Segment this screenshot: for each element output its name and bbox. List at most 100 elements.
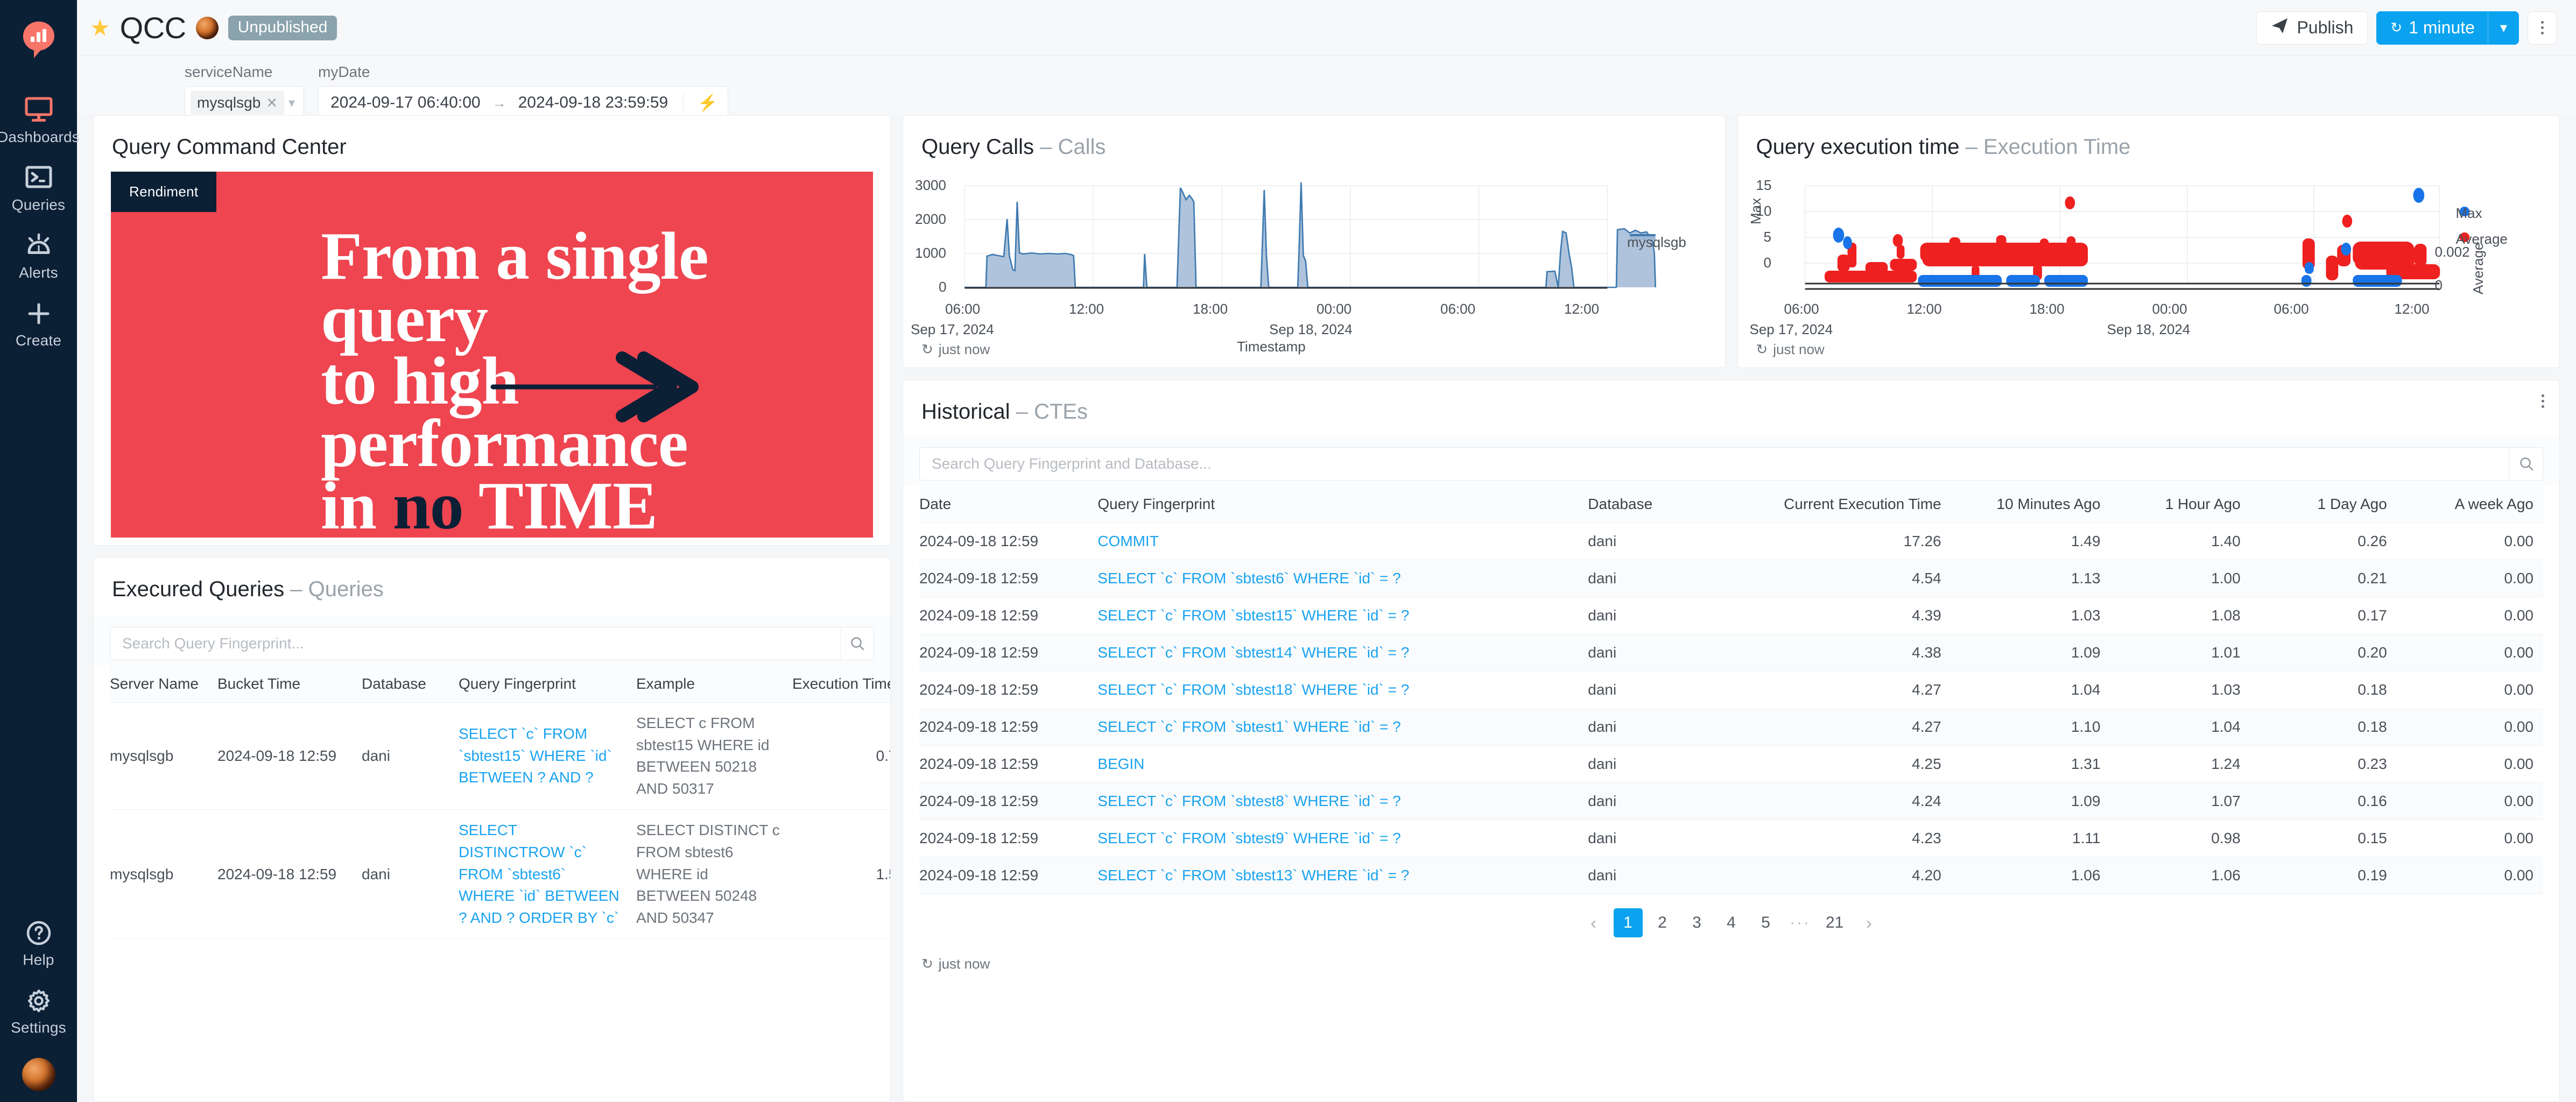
date-to-value[interactable]: 2024-09-18 23:59:59 bbox=[518, 94, 668, 112]
page-button-2[interactable]: 2 bbox=[1648, 908, 1677, 937]
legend-label-mysqlsgb[interactable]: mysqlsgb bbox=[1627, 234, 1686, 251]
date-from-value[interactable]: 2024-09-17 06:40:00 bbox=[330, 94, 481, 112]
chevron-left-icon[interactable]: ‹ bbox=[1579, 908, 1608, 937]
sidebar-item-settings[interactable]: Settings bbox=[0, 976, 77, 1044]
historical-search[interactable]: Search Query Fingerprint and Database... bbox=[919, 447, 2543, 481]
historical-panel: Historical – CTEs Search Query Fingerpri… bbox=[903, 380, 2560, 1102]
column-header-query-fingerprint[interactable]: Query Fingerprint bbox=[459, 666, 636, 703]
cell-query-fingerprint[interactable]: SELECT `c` FROM `sbtest13` WHERE `id` = … bbox=[1097, 857, 1588, 894]
cell-query-fingerprint[interactable]: SELECT `c` FROM `sbtest15` WHERE `id` = … bbox=[1097, 597, 1588, 634]
service-name-select[interactable]: mysqlsgb ✕ ▾ bbox=[185, 86, 304, 119]
search-icon[interactable] bbox=[840, 627, 874, 660]
sidebar-item-help[interactable]: Help bbox=[0, 908, 77, 976]
table-row[interactable]: mysqlsgb 2024-09-18 12:59 dani SELECT DI… bbox=[110, 809, 890, 939]
close-icon[interactable]: ✕ bbox=[266, 95, 278, 111]
cell-query-fingerprint[interactable]: SELECT `c` FROM `sbtest15` WHERE `id` BE… bbox=[459, 702, 636, 810]
percona-monitoring-logo[interactable] bbox=[22, 20, 55, 62]
chevron-right-icon[interactable]: › bbox=[1855, 908, 1884, 937]
x-axis-group-label: Sep 17, 2024 bbox=[1749, 321, 1833, 337]
cell-query-fingerprint[interactable]: SELECT `c` FROM `sbtest8` WHERE `id` = ? bbox=[1097, 782, 1588, 820]
search-icon[interactable] bbox=[2509, 447, 2543, 481]
sidebar-item-alerts[interactable]: Alerts bbox=[0, 221, 77, 289]
sidebar-item-create[interactable]: Create bbox=[0, 289, 77, 357]
cell-1-hour-ago: 1.06 bbox=[2110, 857, 2250, 894]
table-row[interactable]: 2024-09-18 12:59 SELECT `c` FROM `sbtest1… bbox=[919, 597, 2543, 634]
table-row[interactable]: 2024-09-18 12:59 SELECT `c` FROM `sbtest6… bbox=[919, 560, 2543, 597]
chevron-down-icon[interactable]: ▾ bbox=[2488, 19, 2519, 36]
cell-query-fingerprint[interactable]: SELECT DISTINCTROW `c` FROM `sbtest6` WH… bbox=[459, 809, 636, 939]
query-calls-chart[interactable]: 3000 2000 1000 0 06:00 12:00 18:00 00:00… bbox=[903, 160, 1725, 355]
y-tick-label-left: 0 bbox=[1763, 255, 1771, 271]
kebab-menu-icon bbox=[2542, 394, 2544, 408]
column-header-1-hour-ago[interactable]: 1 Hour Ago bbox=[2110, 486, 2250, 523]
column-header-date[interactable]: Date bbox=[919, 486, 1098, 523]
table-row[interactable]: 2024-09-18 12:59 SELECT `c` FROM `sbtest1… bbox=[919, 708, 2543, 746]
column-header-current-execution-time[interactable]: Current Execution Time bbox=[1741, 486, 1951, 523]
table-row[interactable]: 2024-09-18 12:59 SELECT `c` FROM `sbtest9… bbox=[919, 820, 2543, 857]
cell-database: dani bbox=[1588, 857, 1741, 894]
user-avatar[interactable] bbox=[22, 1058, 55, 1091]
lightning-bolt-icon[interactable]: ⚡ bbox=[695, 94, 720, 112]
panel-title-sub: – CTEs bbox=[1016, 400, 1088, 423]
date-range-input[interactable]: 2024-09-17 06:40:00 → 2024-09-18 23:59:5… bbox=[318, 86, 728, 119]
query-execution-time-chart[interactable]: 15 10 5 0 Max 0.002 0 Average 06:00 12:0… bbox=[1738, 160, 2560, 337]
chevron-down-icon[interactable]: ▾ bbox=[288, 95, 299, 111]
page-button-21[interactable]: 21 bbox=[1820, 908, 1849, 937]
gear-icon bbox=[25, 986, 53, 1016]
column-header-database[interactable]: Database bbox=[1588, 486, 1741, 523]
column-header-database[interactable]: Database bbox=[362, 666, 459, 703]
table-row[interactable]: 2024-09-18 12:59 SELECT `c` FROM `sbtest1… bbox=[919, 634, 2543, 672]
page-button-4[interactable]: 4 bbox=[1717, 908, 1746, 937]
column-header-example[interactable]: Example bbox=[636, 666, 792, 703]
cell-query-fingerprint[interactable]: BEGIN bbox=[1097, 745, 1588, 783]
cell-query-fingerprint[interactable]: SELECT `c` FROM `sbtest14` WHERE `id` = … bbox=[1097, 634, 1588, 672]
column-header-query-fingerprint[interactable]: Query Fingerprint bbox=[1097, 486, 1588, 523]
table-row[interactable]: 2024-09-18 12:59 SELECT `c` FROM `sbtest8… bbox=[919, 782, 2543, 820]
cell-query-fingerprint[interactable]: COMMIT bbox=[1097, 522, 1588, 560]
x-tick-label: 18:00 bbox=[1193, 301, 1228, 317]
page-button-1[interactable]: 1 bbox=[1613, 908, 1643, 937]
table-row[interactable]: 2024-09-18 12:59 SELECT `c` FROM `sbtest1… bbox=[919, 671, 2543, 709]
cell-query-fingerprint[interactable]: SELECT `c` FROM `sbtest18` WHERE `id` = … bbox=[1097, 671, 1588, 709]
historical-panel-menu-button[interactable] bbox=[2542, 394, 2544, 408]
table-row[interactable]: 2024-09-18 12:59 SELECT `c` FROM `sbtest1… bbox=[919, 857, 2543, 894]
column-header-1-day-ago[interactable]: 1 Day Ago bbox=[2250, 486, 2397, 523]
refresh-interval-button[interactable]: ↻ 1 minute ▾ bbox=[2376, 11, 2519, 45]
cell-current-execution-time: 4.25 bbox=[1741, 745, 1951, 783]
sidebar-item-queries[interactable]: Queries bbox=[0, 153, 77, 221]
promo-line-1: From a single bbox=[321, 219, 709, 294]
y-tick-label-left: 5 bbox=[1763, 229, 1771, 245]
column-header-10-minutes-ago[interactable]: 10 Minutes Ago bbox=[1951, 486, 2110, 523]
refresh-icon: ↻ bbox=[921, 956, 933, 972]
cell-example: SELECT DISTINCT c FROM sbtest6 WHERE id … bbox=[636, 809, 792, 939]
column-header-execution-time[interactable]: Execution Time bbox=[792, 666, 890, 703]
table-row[interactable]: 2024-09-18 12:59 BEGIN dani 4.25 1.31 1.24 0.2… bbox=[919, 745, 2543, 783]
search-input[interactable]: Search Query Fingerprint and Database... bbox=[932, 455, 1212, 472]
sidebar-bottom-group: Help Settings bbox=[0, 908, 77, 1096]
column-header-a-week-ago[interactable]: A week Ago bbox=[2396, 486, 2543, 523]
table-row[interactable]: 2024-09-18 12:59 COMMIT dani 17.26 1.49 1.40 0… bbox=[919, 522, 2543, 560]
cell-10-minutes-ago: 1.10 bbox=[1951, 708, 2110, 746]
search-input[interactable]: Search Query Fingerprint... bbox=[122, 635, 304, 652]
publish-button[interactable]: Publish bbox=[2256, 11, 2368, 45]
cell-query-fingerprint[interactable]: SELECT `c` FROM `sbtest9` WHERE `id` = ? bbox=[1097, 820, 1588, 857]
send-icon bbox=[2271, 17, 2289, 39]
column-header-server-name[interactable]: Server Name bbox=[110, 666, 217, 703]
executed-queries-search[interactable]: Search Query Fingerprint... bbox=[110, 627, 874, 660]
legend-label-max[interactable]: Max bbox=[2456, 205, 2482, 222]
table-row[interactable]: mysqlsgb 2024-09-18 12:59 dani SELECT `c… bbox=[110, 702, 890, 810]
cell-a-week-ago: 0.00 bbox=[2396, 634, 2543, 672]
cell-current-execution-time: 4.20 bbox=[1741, 857, 1951, 894]
cell-a-week-ago: 0.00 bbox=[2396, 708, 2543, 746]
column-header-bucket-time[interactable]: Bucket Time bbox=[217, 666, 362, 703]
panel-title-sub: – Calls bbox=[1040, 135, 1106, 159]
page-button-3[interactable]: 3 bbox=[1683, 908, 1712, 937]
dashboard-menu-button[interactable] bbox=[2528, 11, 2557, 45]
promo-line-5-prefix: in bbox=[321, 468, 393, 538]
page-button-5[interactable]: 5 bbox=[1751, 908, 1780, 937]
legend-label-average[interactable]: Average bbox=[2456, 231, 2508, 248]
cell-query-fingerprint[interactable]: SELECT `c` FROM `sbtest6` WHERE `id` = ? bbox=[1097, 560, 1588, 597]
star-icon[interactable]: ★ bbox=[90, 16, 110, 39]
sidebar-item-dashboards[interactable]: Dashboards bbox=[0, 86, 80, 153]
cell-query-fingerprint[interactable]: SELECT `c` FROM `sbtest1` WHERE `id` = ? bbox=[1097, 708, 1588, 746]
